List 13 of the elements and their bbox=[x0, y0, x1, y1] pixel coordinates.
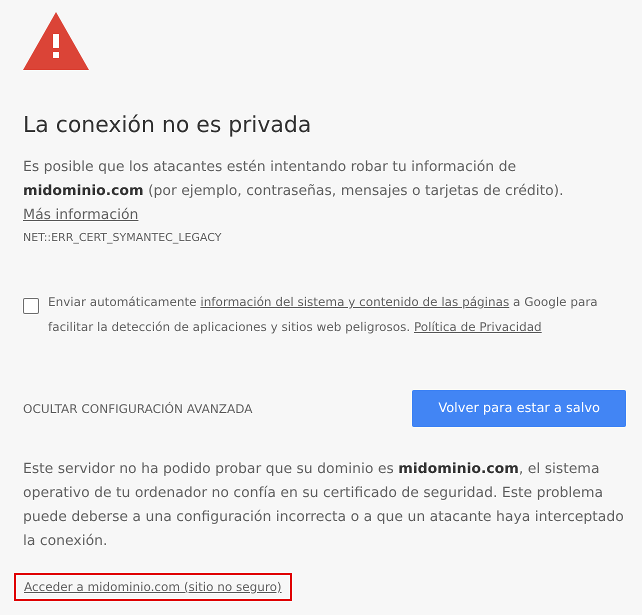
warning-icon bbox=[23, 12, 89, 70]
report-link[interactable]: Política de Privacidad bbox=[414, 320, 542, 334]
intro-text: Es posible que los atacantes estén intentando robar tu información de midominio.com (por ejemplo, contraseñas, mensajes o tarjetas de crédito). Más información bbox=[23, 158, 565, 225]
report-link[interactable]: información del sistema y contenido de las páginas bbox=[200, 295, 510, 309]
back-to-safety-button[interactable]: Volver para estar a salvo bbox=[412, 390, 626, 427]
report-text: Enviar automáticamente información del sistema y contenido de las páginas a Google para facilitar la detección de aplicaciones y sitios web peligrosos. Política de Privacidad bbox=[48, 294, 599, 336]
checkbox[interactable] bbox=[23, 298, 39, 314]
proceed-link[interactable]: Acceder a midominio.com (sitio no seguro) bbox=[14, 573, 292, 601]
more-info-link[interactable]: Más información bbox=[23, 207, 138, 223]
error-code: NET::ERR_CERT_SYMANTEC_LEGACY bbox=[23, 231, 222, 244]
details-text: Este servidor no ha podido probar que su dominio es midominio.com, el sistema operativo de tu ordenador no confía en su certificado de seguridad. Este problema puede deberse a una configuración incorrecta o a que un atacante haya interceptado la conexión. bbox=[23, 460, 625, 551]
advanced-toggle[interactable]: OCULTAR CONFIGURACIÓN AVANZADA bbox=[23, 402, 252, 416]
page-heading: La conexión no es privada bbox=[23, 112, 312, 140]
